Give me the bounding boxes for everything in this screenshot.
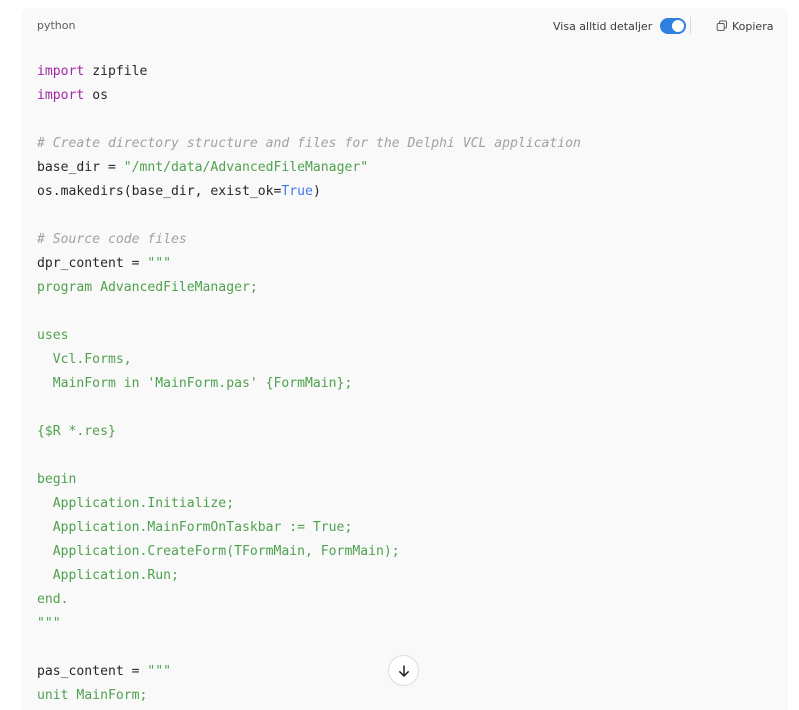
code-line: # Create directory structure and files f… (37, 132, 581, 156)
always-show-details-label: Visa alltid detaljer (553, 19, 653, 33)
header-divider (690, 17, 691, 34)
code-token: "/mnt/data/AdvancedFileManager" (123, 160, 369, 175)
code-line: end. (37, 588, 581, 612)
always-show-details-toggle[interactable]: Visa alltid detaljer (553, 16, 687, 36)
code-line: uses (37, 324, 581, 348)
code-token: ) (312, 184, 321, 199)
code-token: unit MainForm; (37, 688, 148, 703)
code-token: import (37, 64, 85, 79)
code-line: Application.CreateForm(TFormMain, FormMa… (37, 540, 581, 564)
code-token: Application.MainFormOnTaskbar := True; (37, 520, 353, 535)
code-line: import os (37, 84, 581, 108)
code-line: program AdvancedFileManager; (37, 276, 581, 300)
code-line: """ (37, 612, 581, 636)
code-line: begin (37, 468, 581, 492)
code-token: uses (37, 328, 69, 343)
code-line: unit MainForm; (37, 684, 581, 708)
code-token: Vcl.Forms, (37, 352, 132, 367)
code-token: end. (37, 592, 69, 607)
scroll-to-bottom-button[interactable] (388, 655, 419, 686)
copy-label: Kopiera (732, 19, 774, 33)
code-token: dpr_content = (37, 256, 148, 271)
code-token: os (84, 88, 108, 103)
code-token: Application.CreateForm(TFormMain, FormMa… (37, 544, 400, 559)
code-token: {$R *.res} (37, 424, 116, 439)
code-token: # Create directory structure and files f… (37, 136, 581, 151)
code-token: zipfile (84, 64, 148, 79)
code-token: program AdvancedFileManager; (37, 280, 258, 295)
code-token: """ (147, 664, 172, 679)
code-token: """ (147, 256, 172, 271)
toggle-switch[interactable] (660, 18, 687, 34)
code-token: """ (37, 616, 61, 631)
code-content: import zipfile import os # Create directo… (37, 60, 581, 708)
code-line: Application.Run; (37, 564, 581, 588)
code-line: Vcl.Forms, (37, 348, 581, 372)
code-line: pas_content = """ (37, 660, 581, 684)
toggle-knob (672, 20, 685, 32)
code-token: Application.Run; (37, 568, 179, 583)
arrow-down-icon (398, 664, 409, 677)
copy-button[interactable]: Kopiera (716, 17, 773, 35)
code-line: {$R *.res} (37, 420, 581, 444)
code-language-label: python (37, 19, 76, 32)
code-token: os.makedirs(base_dir, exist_ok= (37, 184, 282, 199)
code-block: python Visa alltid detaljer Kopiera impo… (22, 8, 788, 710)
code-token: # Source code files (37, 232, 187, 247)
code-token: begin (37, 472, 77, 487)
code-line: Application.Initialize; (37, 492, 581, 516)
code-token: import (37, 88, 85, 103)
code-line: dpr_content = """ (37, 252, 581, 276)
code-token: pas_content = (37, 664, 148, 679)
code-line: Application.MainFormOnTaskbar := True; (37, 516, 581, 540)
code-line: # Source code files (37, 228, 581, 252)
code-token: True (281, 184, 313, 199)
code-token: MainForm in 'MainForm.pas' {FormMain}; (37, 376, 353, 391)
code-line: base_dir = "/mnt/data/AdvancedFileManage… (37, 156, 581, 180)
code-token: Application.Initialize; (37, 496, 235, 511)
copy-icon (716, 20, 727, 31)
code-line: os.makedirs(base_dir, exist_ok=True) (37, 180, 581, 204)
code-line: MainForm in 'MainForm.pas' {FormMain}; (37, 372, 581, 396)
code-line: import zipfile (37, 60, 581, 84)
code-block-header: python Visa alltid detaljer Kopiera (22, 8, 788, 44)
code-token: base_dir = (37, 160, 124, 175)
